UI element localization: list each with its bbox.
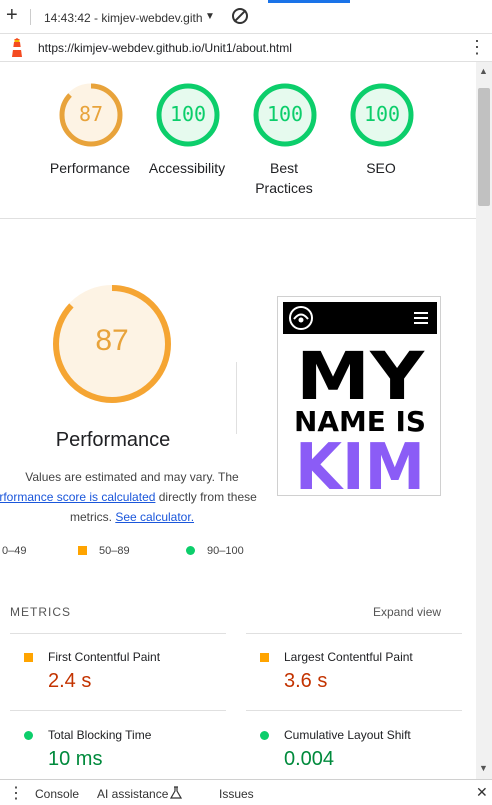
hero-line-1: MY: [296, 341, 425, 415]
section-divider: [0, 218, 476, 219]
metric-divider: [246, 633, 462, 634]
drawer-tabbar: ⋮ Console AI assistance Issues ✕: [0, 779, 492, 805]
report-scrollbar[interactable]: ▲ ▼: [476, 62, 492, 779]
scroll-down-icon[interactable]: ▼: [479, 763, 488, 773]
metric-value: 2.4 s: [48, 670, 92, 692]
gauge-label: SEO: [366, 160, 396, 176]
more-vert-icon[interactable]: ⋮: [468, 38, 486, 56]
performance-title: Performance: [55, 429, 171, 451]
active-tab-indicator: [268, 0, 350, 3]
tab-issues[interactable]: Issues: [219, 787, 254, 801]
score-calculation-link[interactable]: performance score is calculated: [0, 490, 155, 504]
gauge-label: Best Practices: [255, 160, 313, 196]
plus-icon[interactable]: +: [6, 5, 18, 25]
metric-name: Cumulative Layout Shift: [284, 728, 411, 742]
gauge-accessibility[interactable]: 100: [155, 82, 221, 148]
description-text: Values are estimated and may vary. The: [25, 470, 239, 484]
description-text: metrics.: [69, 510, 116, 524]
metric-divider: [10, 710, 226, 711]
square-icon: [24, 653, 33, 662]
metric-name: First Contentful Paint: [48, 650, 161, 664]
square-icon: [78, 546, 87, 555]
toolbar-divider: [30, 9, 31, 25]
metric-name: Largest Contentful Paint: [284, 650, 413, 664]
gauge-score: 100: [266, 102, 304, 126]
more-vert-icon[interactable]: ⋮: [8, 783, 24, 803]
hero-graphic: MY NAME IS KIM: [294, 341, 426, 493]
screenshot-header: [283, 302, 437, 334]
legend-average: 50–89: [78, 545, 130, 557]
metric-value: 0.004: [284, 748, 335, 770]
tab-console[interactable]: Console: [35, 787, 79, 801]
report-selector[interactable]: 14:43:42 - kimjev-webdev.gith: [44, 11, 203, 25]
legend-pass: 90–100: [186, 545, 244, 557]
final-screenshot[interactable]: MY NAME IS KIM: [277, 296, 441, 496]
lighthouse-icon: [12, 38, 22, 57]
gauge-label: Performance: [49, 160, 131, 176]
scroll-up-icon[interactable]: ▲: [479, 66, 488, 76]
performance-gauge: 87: [50, 282, 174, 406]
legend-label: 0–49: [2, 545, 27, 557]
square-icon: [260, 653, 269, 662]
performance-score: 87: [95, 324, 129, 357]
tab-ai-assistance[interactable]: AI assistance: [97, 787, 168, 801]
description-text: directly from these: [155, 490, 257, 504]
scrollbar-thumb[interactable]: [478, 88, 490, 206]
metric-value: 10 ms: [48, 748, 103, 770]
hamburger-icon: [414, 312, 428, 324]
circle-icon: [186, 546, 195, 555]
legend-label: 50–89: [99, 545, 130, 557]
metric-divider: [10, 633, 226, 634]
gauge-score: 100: [363, 102, 401, 126]
performance-description: Values are estimated and may vary. The p…: [0, 467, 257, 527]
gauge-performance[interactable]: 87: [58, 82, 124, 148]
devtools-toolbar: + 14:43:42 - kimjev-webdev.gith ▼: [0, 0, 492, 34]
report-url-bar: https://kimjev-webdev.github.io/Unit1/ab…: [0, 34, 492, 62]
circle-icon: [260, 731, 269, 740]
expand-view-toggle[interactable]: Expand view: [373, 605, 441, 619]
metrics-heading: METRICS: [10, 605, 71, 619]
flask-icon: [170, 786, 182, 799]
legend-label: 90–100: [207, 545, 244, 557]
metric-divider: [246, 710, 462, 711]
gauge-seo[interactable]: 100: [349, 82, 415, 148]
gauge-best-practices[interactable]: 100: [252, 82, 318, 148]
metric-name: Total Blocking Time: [48, 728, 152, 742]
chevron-down-icon[interactable]: ▼: [205, 11, 215, 22]
gauge-score: 87: [78, 102, 104, 126]
circle-icon: [24, 731, 33, 740]
gauge-score: 100: [169, 102, 207, 126]
gauge-label: Accessibility: [148, 160, 226, 176]
close-icon[interactable]: ✕: [476, 784, 488, 801]
metric-value: 3.6 s: [284, 670, 328, 692]
site-logo-icon: [289, 306, 313, 330]
report-url: https://kimjev-webdev.github.io/Unit1/ab…: [38, 41, 292, 55]
legend-fail: 0–49: [2, 545, 26, 557]
vertical-divider: [236, 362, 237, 434]
hero-line-3: KIM: [295, 431, 425, 493]
lighthouse-report: 87 Performance 100 Accessibility 100 Bes…: [0, 62, 476, 779]
see-calculator-link[interactable]: See calculator.: [115, 510, 194, 524]
block-icon[interactable]: [232, 8, 248, 24]
